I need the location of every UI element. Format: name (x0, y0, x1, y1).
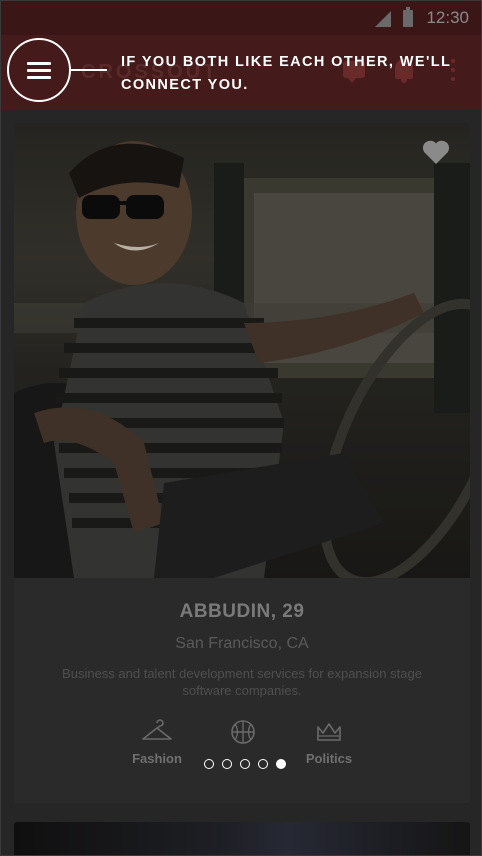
basketball-icon (231, 720, 255, 744)
interest-sports[interactable] (203, 719, 283, 751)
phone-screen: 12:30 CROSSOUT ABBUDIN, 29 San Francisco… (0, 0, 482, 856)
profile-bio: Business and talent development services… (62, 666, 422, 698)
coach-mark-text: If you both like each other, we'll conne… (121, 54, 452, 93)
hanger-icon (142, 719, 172, 740)
status-bar: 12:30 (1, 1, 481, 35)
heart-icon[interactable] (422, 139, 450, 165)
pager-dot[interactable] (204, 759, 214, 769)
battery-icon (403, 7, 413, 27)
hamburger-menu-icon[interactable] (7, 38, 71, 102)
interest-label: Politics (305, 751, 353, 766)
pager-dot[interactable] (222, 759, 232, 769)
crown-icon (317, 723, 341, 741)
pager-dot[interactable] (258, 759, 268, 769)
photo-pager (200, 759, 290, 771)
interest-politics[interactable]: Politics (289, 719, 369, 766)
profile-name: ABBUDIN, 29 (179, 601, 305, 622)
profile-photo-image (14, 123, 470, 578)
profile-card[interactable]: ABBUDIN, 29 San Francisco, CA Business a… (14, 123, 470, 803)
interest-fashion[interactable]: Fashion (117, 719, 197, 766)
pager-dot-active[interactable] (276, 759, 286, 769)
profile-photo (14, 123, 470, 578)
interest-label: Fashion (132, 751, 182, 766)
signal-icon (375, 11, 391, 27)
status-time: 12:30 (426, 8, 469, 27)
pager-dot[interactable] (240, 759, 250, 769)
next-profile-card[interactable] (14, 822, 470, 855)
coach-mark-pointer (71, 69, 107, 71)
profile-location: San Francisco, CA (175, 635, 309, 652)
